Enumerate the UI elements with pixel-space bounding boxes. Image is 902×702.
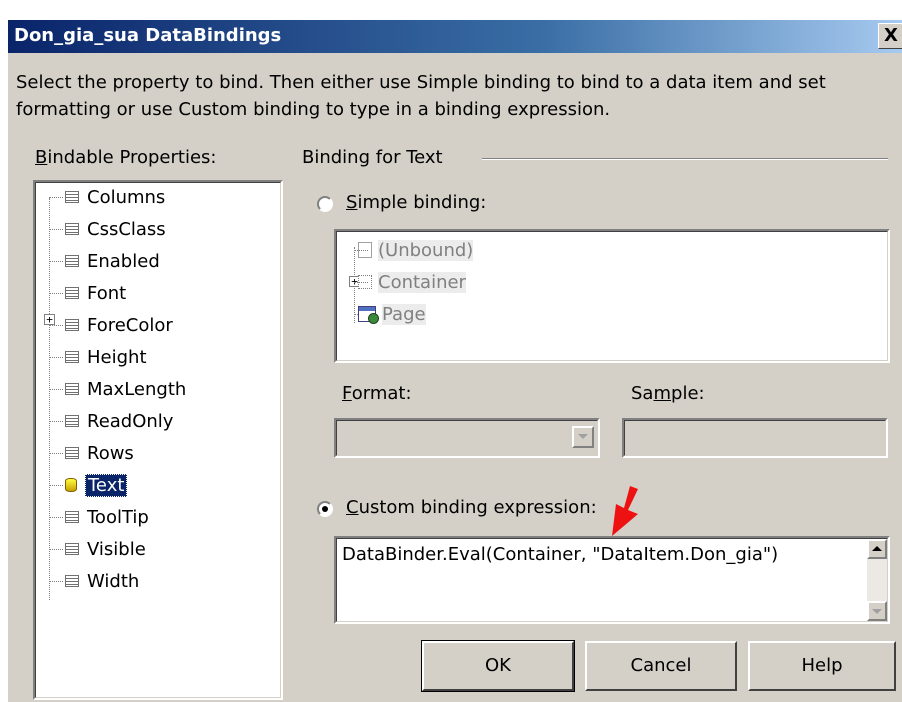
ok-button[interactable]: OK (421, 640, 575, 692)
property-icon (65, 383, 79, 395)
property-icon (65, 511, 79, 523)
property-icon (65, 287, 79, 299)
property-icon (65, 351, 79, 363)
tree-item-unbound[interactable]: (Unbound) (354, 237, 474, 263)
property-icon (65, 255, 79, 267)
custom-binding-label[interactable]: Custom binding expression: (346, 497, 597, 518)
tree-item-rows[interactable]: Rows (49, 440, 134, 466)
chevron-up-icon (872, 546, 882, 551)
tree-item-page[interactable]: Page (354, 301, 426, 327)
tree-item-cssclass[interactable]: CssClass (49, 216, 166, 242)
bindable-properties-label: Bindable Properties: (35, 147, 217, 168)
simple-binding-tree[interactable]: (Unbound) + Container Page (334, 229, 890, 363)
sample-field (622, 418, 888, 458)
help-button[interactable]: Help (748, 641, 896, 691)
tree-item-width[interactable]: Width (49, 568, 139, 594)
tree-item-text[interactable]: Text (49, 472, 128, 498)
binding-group-label: Binding for Text (302, 147, 443, 168)
property-icon (65, 575, 79, 587)
title-bar[interactable]: Don_gia_sua DataBindings X (8, 20, 902, 53)
property-icon (65, 447, 79, 459)
property-icon (65, 415, 79, 427)
tree-item-font[interactable]: Font (49, 280, 126, 306)
chevron-down-icon (872, 609, 882, 614)
custom-binding-expression-input[interactable]: DataBinder.Eval(Container, "DataItem.Don… (334, 536, 890, 624)
chevron-down-icon (578, 434, 588, 439)
property-icon (65, 191, 79, 203)
instructions-text: Select the property to bind. Then either… (16, 69, 826, 123)
sample-label: Sample: (631, 383, 705, 404)
property-icon (65, 543, 79, 555)
databindings-dialog: Don_gia_sua DataBindings X Select the pr… (8, 20, 902, 702)
scroll-down-button[interactable] (867, 601, 887, 621)
window-title: Don_gia_sua DataBindings (14, 25, 282, 46)
expression-scrollbar[interactable] (867, 539, 887, 621)
property-icon (65, 319, 79, 331)
close-icon: X (884, 25, 898, 46)
cancel-button[interactable]: Cancel (585, 641, 737, 691)
instructions-line-2: formatting or use Custom binding to type… (16, 99, 611, 120)
simple-binding-label[interactable]: Simple binding: (346, 192, 486, 213)
custom-binding-radio[interactable] (317, 501, 333, 517)
tree-item-maxlength[interactable]: MaxLength (49, 376, 186, 402)
scroll-up-button[interactable] (867, 539, 887, 559)
database-icon (65, 478, 77, 492)
tree-item-forecolor[interactable]: ForeColor (49, 312, 173, 338)
instructions-line-1: Select the property to bind. Then either… (16, 72, 826, 93)
tree-item-enabled[interactable]: Enabled (49, 248, 160, 274)
red-arrow-icon (612, 486, 638, 536)
simple-binding-radio[interactable] (317, 196, 333, 212)
tree-item-readonly[interactable]: ReadOnly (49, 408, 173, 434)
radio-selected-dot (322, 506, 328, 512)
tree-item-columns[interactable]: Columns (49, 184, 165, 210)
group-divider (482, 158, 888, 160)
format-dropdown-button[interactable] (572, 426, 594, 448)
format-label: Format: (342, 383, 412, 404)
tree-item-container[interactable]: Container (354, 269, 466, 295)
format-select[interactable] (334, 418, 600, 458)
tree-item-height[interactable]: Height (49, 344, 147, 370)
close-button[interactable]: X (878, 23, 902, 49)
property-icon (65, 223, 79, 235)
custom-binding-expression-value: DataBinder.Eval(Container, "DataItem.Don… (342, 544, 779, 565)
page-icon (358, 306, 379, 324)
tree-item-visible[interactable]: Visible (49, 536, 146, 562)
bindable-properties-tree[interactable]: Columns CssClass Enabled + Font ForeColo… (33, 180, 283, 700)
tree-item-tooltip[interactable]: ToolTip (49, 504, 149, 530)
